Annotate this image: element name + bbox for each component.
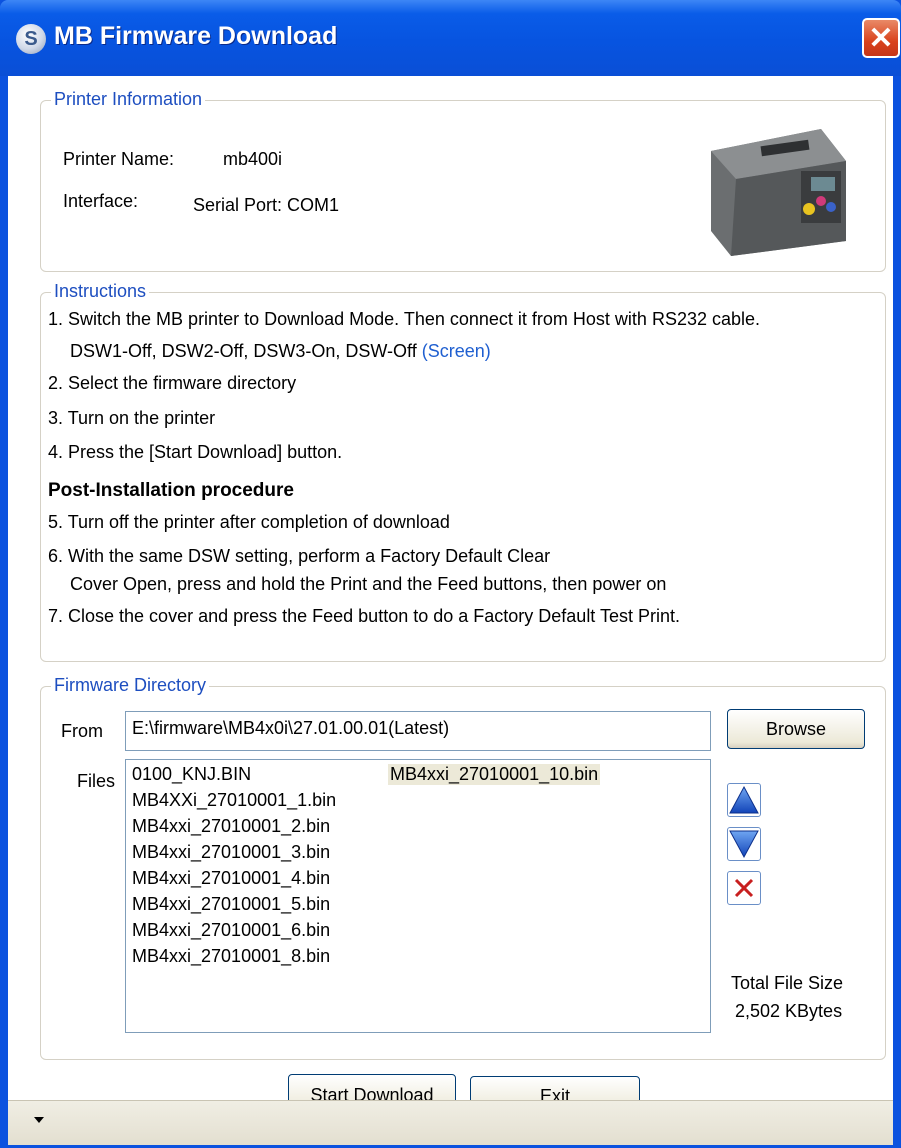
list-item[interactable]: MB4xxi_27010001_5.bin: [132, 894, 330, 915]
list-item[interactable]: MB4xxi_27010001_8.bin: [132, 946, 330, 967]
arrow-down-icon: [729, 830, 759, 859]
app-window: S MB Firmware Download ✕ Printer Informa…: [0, 0, 901, 1148]
arrow-up-icon: [729, 785, 759, 814]
list-item[interactable]: MB4xxi_27010001_2.bin: [132, 816, 330, 837]
status-bar: [8, 1100, 893, 1145]
printer-info-legend: Printer Information: [51, 89, 206, 110]
browse-button[interactable]: Browse: [727, 709, 865, 749]
dsw-settings: DSW1-Off, DSW2-Off, DSW3-On, DSW-Off: [70, 341, 417, 361]
from-label: From: [61, 721, 103, 741]
firmware-path-field[interactable]: E:\firmware\MB4x0i\27.01.00.01(Latest): [125, 711, 711, 751]
total-file-size-label: Total File Size: [731, 973, 844, 993]
interface-value: Serial Port: COM1: [193, 195, 340, 215]
screen-link[interactable]: (Screen): [422, 341, 491, 361]
list-item[interactable]: MB4xxi_27010001_6.bin: [132, 920, 330, 941]
instruction-step-2: 2. Select the firmware directory: [48, 373, 297, 393]
instruction-step-1: 1. Switch the MB printer to Download Mod…: [48, 309, 761, 329]
printer-image: [711, 129, 846, 256]
interface-label: Interface:: [63, 191, 139, 211]
chevron-down-icon[interactable]: [34, 1117, 44, 1123]
instruction-step-7: 7. Close the cover and press the Feed bu…: [48, 606, 681, 626]
close-button[interactable]: ✕: [862, 18, 900, 58]
printer-name-label: Printer Name:: [63, 149, 175, 169]
app-icon: S: [16, 24, 46, 54]
move-down-button[interactable]: [727, 827, 761, 861]
list-item[interactable]: MB4xxi_27010001_3.bin: [132, 842, 330, 863]
dialog-body: Printer Information Printer Name: mb400i…: [8, 76, 893, 1144]
instruction-step-6-detail: Cover Open, press and hold the Print and…: [70, 574, 667, 594]
delete-file-button[interactable]: [727, 871, 761, 905]
list-item[interactable]: MB4xxi_27010001_4.bin: [132, 868, 330, 889]
firmware-directory-legend: Firmware Directory: [51, 675, 210, 696]
instruction-step-1-switches: DSW1-Off, DSW2-Off, DSW3-On, DSW-Off (Sc…: [70, 341, 491, 362]
window-title: MB Firmware Download: [54, 22, 338, 50]
close-icon: ✕: [868, 22, 894, 55]
list-item-selected[interactable]: MB4xxi_27010001_10.bin: [388, 764, 601, 785]
instruction-step-4: 4. Press the [Start Download] button.: [48, 442, 343, 462]
files-label: Files: [77, 771, 116, 791]
title-bar[interactable]: S MB Firmware Download ✕: [0, 0, 901, 76]
instructions-legend: Instructions: [51, 281, 150, 302]
instruction-step-6: 6. With the same DSW setting, perform a …: [48, 546, 551, 566]
printer-info-group: Printer Information Printer Name: mb400i…: [40, 89, 886, 272]
firmware-file-list[interactable]: 0100_KNJ.BIN MB4XXi_27010001_1.bin MB4xx…: [125, 759, 711, 1033]
total-file-size-value: 2,502 KBytes: [735, 1001, 843, 1021]
post-installation-heading: Post-Installation procedure: [48, 480, 294, 501]
list-item[interactable]: MB4XXi_27010001_1.bin: [132, 790, 336, 811]
firmware-directory-group: Firmware Directory From E:\firmware\MB4x…: [40, 675, 886, 1060]
list-item[interactable]: 0100_KNJ.BIN: [132, 764, 251, 785]
delete-x-icon: [734, 878, 754, 898]
instruction-step-5: 5. Turn off the printer after completion…: [48, 512, 450, 532]
move-up-button[interactable]: [727, 783, 761, 817]
instruction-step-3: 3. Turn on the printer: [48, 408, 216, 428]
printer-name-value: mb400i: [223, 149, 283, 169]
